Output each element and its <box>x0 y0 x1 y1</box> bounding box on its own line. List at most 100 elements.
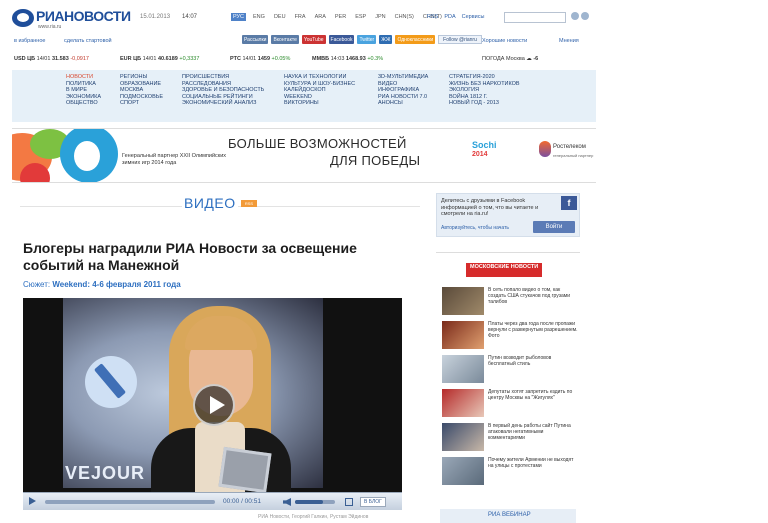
volume-icon[interactable] <box>283 498 291 506</box>
nav-item[interactable]: В МИРЕ <box>66 87 101 94</box>
webinar-banner[interactable]: РИА ВЕБИНАР <box>440 509 576 523</box>
ticker-eur[interactable]: EUR ЦБ 14/01 40.6189 +0,3337 <box>120 56 199 62</box>
lang-jp[interactable]: JPN <box>373 13 387 21</box>
nav-item[interactable]: КАЛЕЙДОСКОП <box>284 87 355 94</box>
ticker-usd[interactable]: USD ЦБ 14/01 31.583 -0,0917 <box>14 56 89 62</box>
nav-item[interactable]: 3D-МУЛЬТИМЕДИА <box>378 74 428 81</box>
ad-banner[interactable]: Генеральный партнер XXII Олимпийских зим… <box>12 128 596 183</box>
lang-zh-s[interactable]: CHN(S) <box>393 13 416 21</box>
lang-ar[interactable]: ARA <box>313 13 328 21</box>
nav-item[interactable]: СТРАТЕГИЯ-2020 <box>449 74 520 81</box>
news-thumbnail <box>442 457 484 485</box>
lang-es[interactable]: ESP <box>353 13 368 21</box>
make-homepage-link[interactable]: сделать стартовой <box>64 38 112 44</box>
search-icon[interactable] <box>571 12 579 20</box>
opinions-link[interactable]: Мнения <box>559 38 579 44</box>
follow-twitter-button[interactable]: Follow @rianru <box>438 35 482 44</box>
main-navigation: НОВОСТИ ПОЛИТИКА В МИРЕ ЭКОНОМИКА ОБЩЕСТ… <box>12 70 596 122</box>
language-selector: РУС ENG DEU FRA ARA PER ESP JPN CHN(S) C… <box>231 13 444 21</box>
youtube-icon[interactable]: YouTube <box>301 35 326 44</box>
blog-button[interactable]: В БЛОГ <box>360 497 386 507</box>
ticker-micex[interactable]: ММВБ 14:03 1468.93 +0.3% <box>312 56 383 62</box>
facebook-icon[interactable]: Facebook <box>328 35 355 44</box>
nav-item[interactable]: ЭКОНОМИЧЕСКИЙ АНАЛИЗ <box>182 100 264 107</box>
add-favorites-link[interactable]: в избранное <box>14 38 45 44</box>
lang-fr[interactable]: FRA <box>293 13 308 21</box>
facebook-auth-link[interactable]: Авторизуйтесь, чтобы начать <box>441 225 509 231</box>
news-thumbnail <box>442 423 484 451</box>
nav-item[interactable]: ПОДМОСКОВЬЕ <box>120 94 163 101</box>
nav-item[interactable]: WEEKEND <box>284 94 355 101</box>
news-item-text: Почему жители Армении не выходят на улиц… <box>488 457 574 469</box>
banner-headline-2: ДЛЯ ПОБЕДЫ <box>330 153 421 168</box>
ticker-rts[interactable]: РТС 14/01 1459 +0.05% <box>230 56 290 62</box>
moscow-news-logo[interactable]: МОСКОВСКИЕ НОВОСТИ <box>466 263 542 277</box>
volume-slider[interactable] <box>295 500 335 504</box>
facebook-login-button[interactable]: Войти <box>533 221 575 233</box>
newsletter-icon[interactable]: Рассылки <box>242 35 269 44</box>
nav-item[interactable]: ПРОИСШЕСТВИЯ <box>182 74 264 81</box>
nav-item[interactable]: МОСКВА <box>120 87 163 94</box>
search-input[interactable] <box>504 12 566 23</box>
facebook-logo-icon: f <box>561 196 577 210</box>
rostelecom-logo-text: Ростелеком <box>553 144 586 150</box>
nav-item[interactable]: ОБЩЕСТВО <box>66 100 101 107</box>
section-title[interactable]: ВИДЕО <box>182 195 238 211</box>
seek-bar[interactable] <box>45 500 215 504</box>
play-icon[interactable] <box>29 497 36 505</box>
news-item-text: Депутаты хотят запретить ездить по центр… <box>488 389 573 401</box>
nav-col-4: НАУКА И ТЕХНОЛОГИИ КУЛЬТУРА И ШОУ-БИЗНЕС… <box>284 74 355 107</box>
vk-icon[interactable]: Вконтакте <box>271 35 299 44</box>
nav-item[interactable]: РАССЛЕДОВАНИЯ <box>182 81 264 88</box>
nav-col-3: ПРОИСШЕСТВИЯ РАССЛЕДОВАНИЯ ЗДОРОВЬЕ И БЕ… <box>182 74 264 107</box>
odnoklassniki-icon[interactable]: Одноклассники <box>395 35 436 44</box>
good-news-link[interactable]: Хорошие новости <box>482 38 527 44</box>
lang-de[interactable]: DEU <box>272 13 288 21</box>
twitter-icon[interactable]: Twitter <box>357 35 377 44</box>
livejournal-icon[interactable]: ЖЖ <box>379 35 393 44</box>
settings-icon[interactable] <box>581 12 589 20</box>
sochi-2014-logo: Sochi 2014 <box>472 140 497 159</box>
pda-link[interactable]: PDA <box>444 14 455 20</box>
play-overlay-icon[interactable] <box>193 384 235 426</box>
news-item[interactable]: Путин возводит рыболовов бесплатный стил… <box>442 355 580 385</box>
nav-item[interactable]: ПОЛИТИКА <box>66 81 101 88</box>
services-link[interactable]: Сервисы <box>462 14 485 20</box>
nav-item[interactable]: ИНФОГРАФИКА <box>378 87 428 94</box>
weather-widget[interactable]: ПОГОДА Москва ☁ -6 <box>482 56 538 62</box>
news-item[interactable]: В первый день работы сайт Путина атакова… <box>442 423 580 453</box>
nav-item[interactable]: ЭКОНОМИКА <box>66 94 101 101</box>
fullscreen-icon[interactable] <box>345 498 353 506</box>
nav-item[interactable]: ЗДОРОВЬЕ И БЕЗОПАСНОСТЬ <box>182 87 264 94</box>
webinar-label: РИА ВЕБИНАР <box>488 512 531 518</box>
news-thumbnail <box>442 321 484 349</box>
nav-item[interactable]: НОВОСТИ <box>66 74 101 81</box>
nav-item[interactable]: НОВЫЙ ГОД - 2013 <box>449 100 520 107</box>
ria-logo-icon <box>12 9 34 27</box>
nav-item[interactable]: РИА НОВОСТИ 7.0 <box>378 94 428 101</box>
news-item[interactable]: Депутаты хотят запретить ездить по центр… <box>442 389 580 419</box>
news-thumbnail <box>442 287 484 315</box>
nav-item[interactable]: ЖИЗНЬ БЕЗ НАРКОТИКОВ <box>449 81 520 88</box>
nav-item[interactable]: СПОРТ <box>120 100 163 107</box>
story-link[interactable]: Weekend: 4-6 февраля 2011 года <box>52 280 180 289</box>
news-item[interactable]: В сеть попало видео о том, как создать С… <box>442 287 580 317</box>
rss-badge-icon[interactable]: RSS <box>241 200 257 207</box>
video-player[interactable]: VEJOUR 00:00 / 00:51 В БЛОГ <box>23 298 402 510</box>
nav-item[interactable]: АНОНСЫ <box>378 100 428 107</box>
lang-ru[interactable]: РУС <box>231 13 247 21</box>
nav-item[interactable]: ЭКОЛОГИЯ <box>449 87 520 94</box>
nav-item[interactable]: НАУКА И ТЕХНОЛОГИИ <box>284 74 355 81</box>
news-item[interactable]: Платы через два года после пропажи верну… <box>442 321 580 351</box>
nav-item[interactable]: ВИДЕО <box>378 81 428 88</box>
nav-item[interactable]: ОБРАЗОВАНИЕ <box>120 81 163 88</box>
nav-item[interactable]: РЕГИОНЫ <box>120 74 163 81</box>
lang-en[interactable]: ENG <box>251 13 267 21</box>
section-header: ВИДЕО RSS <box>20 193 420 215</box>
nav-item[interactable]: ВИКТОРИНЫ <box>284 100 355 107</box>
rostelecom-logo-icon <box>539 141 551 157</box>
lang-fa[interactable]: PER <box>333 13 348 21</box>
rss-link[interactable]: RSS <box>427 14 438 20</box>
news-item[interactable]: Почему жители Армении не выходят на улиц… <box>442 457 580 487</box>
ria-logo[interactable]: РИАНОВОСТИ www.ria.ru <box>12 8 132 32</box>
